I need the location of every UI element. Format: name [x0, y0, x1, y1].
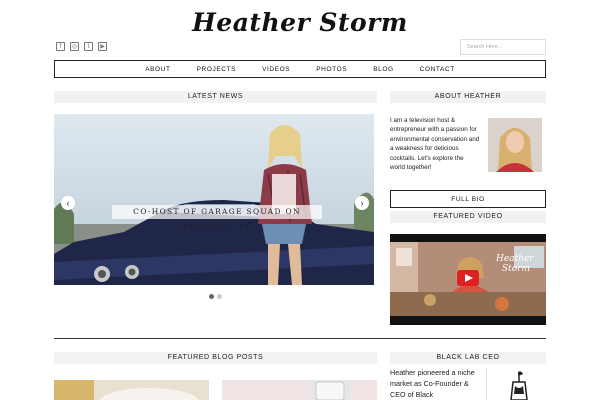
news-slider[interactable]: [54, 114, 374, 285]
slider-pagination: [209, 294, 222, 299]
slide-caption[interactable]: CO-HOST OF GARAGE SQUAD ON VELOCITY TV: [112, 205, 322, 230]
slider-dot[interactable]: [209, 294, 214, 299]
video-logo: Heather Storm: [496, 254, 534, 274]
latest-news-heading: LATEST NEWS: [54, 91, 377, 103]
black-lab-heading: BLACK LAB CEO: [390, 352, 546, 364]
blog-post-thumbnail[interactable]: [54, 380, 209, 400]
nav-videos[interactable]: VIDEOS: [249, 66, 303, 73]
blog-post-thumbnail[interactable]: [222, 380, 377, 400]
nav-contact[interactable]: CONTACT: [407, 66, 468, 73]
nav-blog[interactable]: BLOG: [360, 66, 406, 73]
social-links: f ◎ t ▶: [56, 42, 107, 51]
featured-video-player[interactable]: Heather Storm: [390, 234, 546, 325]
nav-about[interactable]: ABOUT: [132, 66, 183, 73]
youtube-icon[interactable]: ▶: [98, 42, 107, 51]
section-divider: [54, 338, 546, 339]
site-logo[interactable]: Heather Storm: [0, 8, 600, 37]
facebook-icon[interactable]: f: [56, 42, 65, 51]
main-nav: ABOUT PROJECTS VIDEOS PHOTOS BLOG CONTAC…: [54, 60, 546, 78]
featured-video-heading: FEATURED VIDEO: [390, 211, 546, 223]
black-lab-text: Heather pioneered a niche market as Co-F…: [390, 368, 475, 399]
nav-photos[interactable]: PHOTOS: [303, 66, 360, 73]
twitter-icon[interactable]: t: [84, 42, 93, 51]
nav-projects[interactable]: PROJECTS: [184, 66, 249, 73]
black-lab-image[interactable]: [486, 368, 547, 400]
search-input[interactable]: [460, 39, 546, 55]
slide-image: [54, 114, 374, 285]
slider-prev-arrow-icon[interactable]: ‹: [61, 196, 75, 210]
play-icon[interactable]: [390, 234, 546, 325]
slider-dot[interactable]: [217, 294, 222, 299]
about-text: I am a television host & entrepreneur wi…: [390, 117, 480, 172]
slider-next-arrow-icon[interactable]: ›: [355, 196, 369, 210]
instagram-icon[interactable]: ◎: [70, 42, 79, 51]
featured-blog-heading: FEATURED BLOG POSTS: [54, 352, 377, 364]
author-portrait: [488, 118, 542, 172]
full-bio-button[interactable]: FULL BIO: [390, 190, 546, 208]
about-heading: ABOUT HEATHER: [390, 91, 546, 103]
